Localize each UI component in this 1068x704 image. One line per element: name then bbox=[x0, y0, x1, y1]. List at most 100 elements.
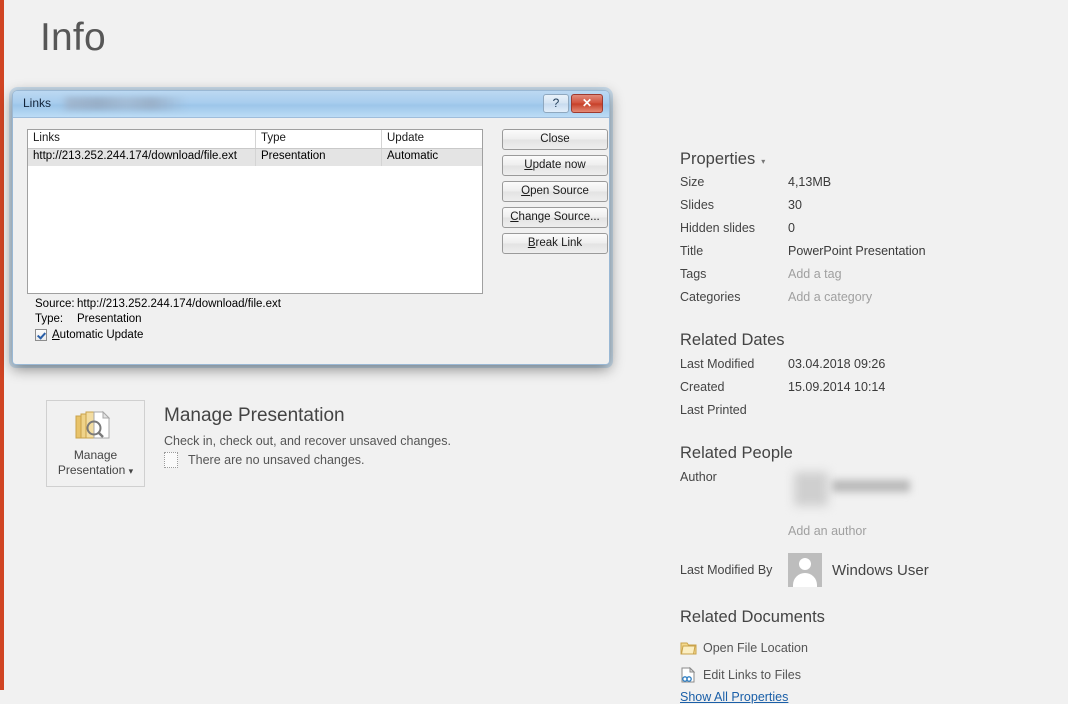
open-file-location-link[interactable]: Open File Location bbox=[680, 634, 1060, 661]
help-icon[interactable]: ? bbox=[543, 94, 569, 113]
related-people-heading: Related People bbox=[680, 444, 793, 462]
source-value: http://213.252.244.174/download/file.ext bbox=[77, 298, 281, 310]
property-value-tags[interactable]: Add a tag bbox=[788, 267, 842, 281]
manage-button-line2: Presentation bbox=[57, 463, 126, 477]
dialog-button-column: Close Update now Open Source Change Sour… bbox=[502, 129, 608, 259]
property-value-hidden-slides: 0 bbox=[788, 221, 795, 235]
open-source-button[interactable]: Open Source bbox=[502, 181, 608, 202]
close-icon[interactable]: ✕ bbox=[571, 94, 603, 113]
dialog-title: Links bbox=[23, 96, 52, 110]
links-list-header: Links Type Update bbox=[28, 130, 482, 149]
app-accent-strip bbox=[0, 0, 4, 690]
property-row-tags: Tags Add a tag bbox=[680, 267, 1060, 290]
manage-button-line1: Manage bbox=[73, 448, 118, 462]
type-value: Presentation bbox=[77, 313, 142, 325]
property-row-title: Title PowerPoint Presentation bbox=[680, 244, 1060, 267]
add-author-label[interactable]: Add an author bbox=[788, 524, 867, 538]
dialog-title-redacted-filename bbox=[61, 97, 187, 110]
related-dates-label-created: Created bbox=[680, 380, 725, 394]
break-link-accel: B bbox=[527, 237, 536, 249]
links-list[interactable]: Links Type Update http://213.252.244.174… bbox=[27, 129, 483, 294]
change-source-accel: C bbox=[510, 211, 519, 223]
update-now-button-label: pdate now bbox=[532, 159, 586, 171]
column-header-type[interactable]: Type bbox=[256, 130, 382, 148]
break-link-button[interactable]: Break Link bbox=[502, 233, 608, 254]
dialog-type-row: Type: Presentation bbox=[35, 313, 142, 325]
open-source-accel: O bbox=[521, 185, 531, 197]
properties-pane: Properties ▾ Size 4,13MB Slides 30 Hidde… bbox=[680, 150, 1060, 704]
property-row-size: Size 4,13MB bbox=[680, 175, 1060, 198]
automatic-update-checkbox[interactable] bbox=[35, 329, 47, 341]
update-now-button[interactable]: Update now bbox=[502, 155, 608, 176]
open-file-location-label: Open File Location bbox=[703, 640, 808, 655]
property-label-hidden-slides: Hidden slides bbox=[680, 221, 756, 235]
edit-links-to-files-link[interactable]: Edit Links to Files bbox=[680, 661, 1060, 688]
manage-presentation-heading: Manage Presentation bbox=[164, 405, 345, 426]
related-dates-label-last-modified: Last Modified bbox=[680, 357, 755, 371]
add-author-row[interactable]: Add an author bbox=[680, 524, 1060, 550]
related-dates-label-last-printed: Last Printed bbox=[680, 403, 747, 417]
chevron-down-icon[interactable]: ▾ bbox=[129, 466, 134, 476]
manage-presentation-button-label: Manage Presentation ▾ bbox=[47, 448, 144, 479]
cell-link: http://213.252.244.174/download/file.ext bbox=[28, 149, 256, 166]
author-name-blurred bbox=[832, 480, 910, 492]
related-documents-heading: Related Documents bbox=[680, 608, 825, 626]
manage-presentation-status-text: There are no unsaved changes. bbox=[188, 453, 365, 467]
column-header-update[interactable]: Update bbox=[382, 130, 482, 148]
page-title: Info bbox=[40, 16, 106, 59]
break-link-button-label: reak Link bbox=[535, 237, 583, 249]
close-button[interactable]: Close bbox=[502, 129, 608, 150]
close-button-label: Close bbox=[540, 133, 570, 145]
folder-icon bbox=[680, 640, 697, 656]
property-row-hidden-slides: Hidden slides 0 bbox=[680, 221, 1060, 244]
manage-presentation-button[interactable]: Manage Presentation ▾ bbox=[46, 400, 145, 487]
document-stack-search-icon bbox=[74, 410, 118, 444]
automatic-update-label: Automatic Update bbox=[52, 329, 144, 341]
property-value-title[interactable]: PowerPoint Presentation bbox=[788, 244, 926, 258]
property-label-tags: Tags bbox=[680, 267, 707, 281]
related-dates-row-last-modified: Last Modified 03.04.2018 09:26 bbox=[680, 357, 1060, 380]
column-header-links[interactable]: Links bbox=[28, 130, 256, 148]
table-row[interactable]: http://213.252.244.174/download/file.ext… bbox=[28, 149, 482, 166]
cell-update: Automatic bbox=[387, 150, 439, 162]
change-source-button[interactable]: Change Source... bbox=[502, 207, 608, 228]
related-people-value-last-modified-by: Windows User bbox=[832, 561, 929, 579]
dialog-source-row: Source: http://213.252.244.174/download/f… bbox=[35, 298, 281, 310]
property-label-categories: Categories bbox=[680, 290, 741, 304]
dialog-titlebar[interactable]: Links ? ✕ bbox=[13, 91, 609, 118]
cell-type: Presentation bbox=[256, 149, 382, 166]
open-source-button-label: pen Source bbox=[530, 185, 589, 197]
author-avatar-blurred bbox=[794, 472, 828, 506]
automatic-update-row[interactable]: Automatic Update bbox=[35, 329, 143, 341]
properties-header[interactable]: Properties ▾ bbox=[680, 150, 1060, 169]
show-all-properties-link[interactable]: Show All Properties bbox=[680, 690, 788, 704]
property-label-title: Title bbox=[680, 244, 704, 258]
document-link-icon bbox=[680, 666, 697, 683]
related-dates-value-last-modified: 03.04.2018 09:26 bbox=[788, 357, 886, 371]
avatar bbox=[788, 553, 822, 587]
property-row-categories: Categories Add a category bbox=[680, 290, 1060, 313]
chevron-down-icon[interactable]: ▾ bbox=[761, 157, 765, 166]
related-people-label-author: Author bbox=[680, 470, 717, 484]
update-now-accel: U bbox=[524, 159, 533, 171]
property-row-slides: Slides 30 bbox=[680, 198, 1060, 221]
related-people-last-modified-by-row: Last Modified By Windows User bbox=[680, 550, 1060, 590]
property-label-size: Size bbox=[680, 175, 705, 189]
related-dates-row-created: Created 15.09.2014 10:14 bbox=[680, 380, 1060, 403]
related-dates-heading: Related Dates bbox=[680, 331, 785, 349]
property-value-size: 4,13MB bbox=[788, 175, 832, 189]
related-dates-value-created: 15.09.2014 10:14 bbox=[788, 380, 886, 394]
related-people-label-last-modified-by: Last Modified By bbox=[680, 563, 773, 577]
manage-presentation-status: There are no unsaved changes. bbox=[164, 452, 365, 468]
links-dialog: Links ? ✕ Links Type Update http://213.2… bbox=[12, 90, 610, 365]
property-label-slides: Slides bbox=[680, 198, 715, 212]
change-source-button-label: hange Source... bbox=[518, 211, 600, 223]
related-people-author-row: Author bbox=[680, 470, 1060, 524]
manage-presentation-section: Manage Presentation ▾ Manage Presentatio… bbox=[46, 400, 606, 490]
document-dotted-icon bbox=[164, 452, 178, 468]
property-value-categories[interactable]: Add a category bbox=[788, 290, 872, 304]
edit-links-to-files-label: Edit Links to Files bbox=[703, 667, 801, 682]
